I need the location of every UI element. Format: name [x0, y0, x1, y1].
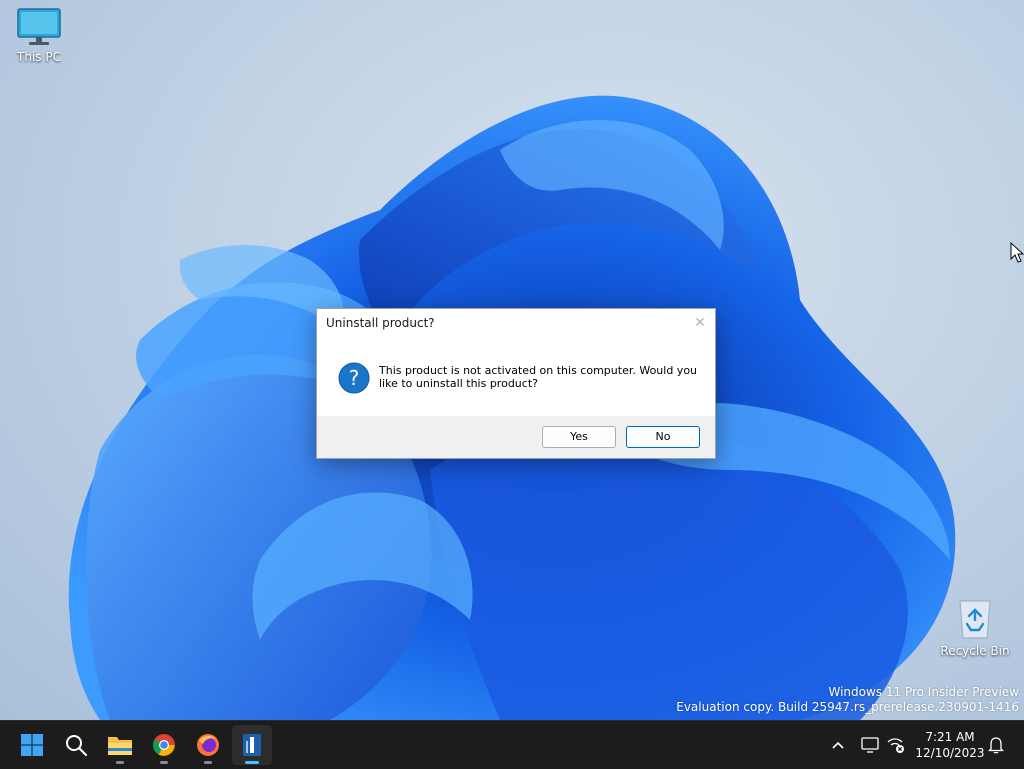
desktop-icon-label: This PC — [17, 50, 61, 64]
dialog-body: ? This product is not activated on this … — [317, 337, 715, 417]
chevron-up-icon — [832, 741, 844, 749]
taskbar-chrome[interactable] — [144, 725, 184, 765]
taskbar: 7:21 AM 12/10/2023 — [0, 720, 1024, 769]
yes-button[interactable]: Yes — [542, 426, 616, 448]
taskbar-file-explorer[interactable] — [100, 725, 140, 765]
installer-app-icon — [243, 734, 261, 756]
start-icon — [21, 734, 43, 756]
close-button[interactable]: ✕ — [685, 309, 715, 337]
taskbar-clock[interactable]: 7:21 AM 12/10/2023 — [912, 729, 988, 761]
taskbar-installer-app[interactable] — [232, 725, 272, 765]
search-button[interactable] — [56, 725, 96, 765]
clock-time: 7:21 AM — [925, 730, 975, 744]
desktop: This PC Recycle Bin Windows 11 Pro Insid… — [0, 0, 1024, 720]
dialog-titlebar[interactable]: Uninstall product? ✕ — [317, 309, 715, 337]
display-tray-button[interactable] — [860, 735, 880, 755]
watermark-line-2: Evaluation copy. Build 25947.rs_prerelea… — [676, 700, 1019, 714]
running-indicator — [160, 761, 168, 764]
network-tray-button[interactable] — [886, 735, 906, 755]
monitor-icon — [17, 8, 61, 45]
start-button[interactable] — [12, 725, 52, 765]
active-indicator — [245, 761, 259, 764]
network-disconnected-icon — [887, 738, 904, 753]
desktop-icon-label: Recycle Bin — [940, 644, 1010, 658]
notifications-button[interactable] — [986, 735, 1006, 755]
running-indicator — [116, 761, 124, 764]
clock-date: 12/10/2023 — [915, 746, 985, 760]
firefox-icon — [197, 734, 219, 756]
recycle-bin-icon — [959, 600, 991, 639]
dialog-message: This product is not activated on this co… — [379, 364, 698, 390]
display-icon — [861, 737, 879, 753]
dialog-title: Uninstall product? — [326, 316, 435, 330]
chrome-icon — [153, 734, 175, 756]
no-button[interactable]: No — [626, 426, 700, 448]
dialog-button-bar: Yes No — [317, 416, 715, 458]
show-hidden-icons-button[interactable] — [828, 735, 848, 755]
notification-bell-icon — [988, 737, 1004, 754]
desktop-icon-this-pc[interactable]: This PC — [1, 8, 77, 64]
question-icon: ? — [338, 362, 370, 394]
svg-text:?: ? — [349, 366, 360, 390]
mouse-cursor-icon — [1010, 242, 1024, 263]
evaluation-watermark: Windows 11 Pro Insider Preview Evaluatio… — [676, 685, 1019, 715]
search-icon — [66, 735, 88, 757]
taskbar-firefox[interactable] — [188, 725, 228, 765]
running-indicator — [204, 761, 212, 764]
file-explorer-icon — [108, 737, 132, 755]
watermark-line-1: Windows 11 Pro Insider Preview — [828, 685, 1019, 699]
uninstall-dialog: Uninstall product? ✕ ? This product is n… — [316, 308, 716, 459]
desktop-icon-recycle-bin[interactable]: Recycle Bin — [937, 596, 1013, 658]
